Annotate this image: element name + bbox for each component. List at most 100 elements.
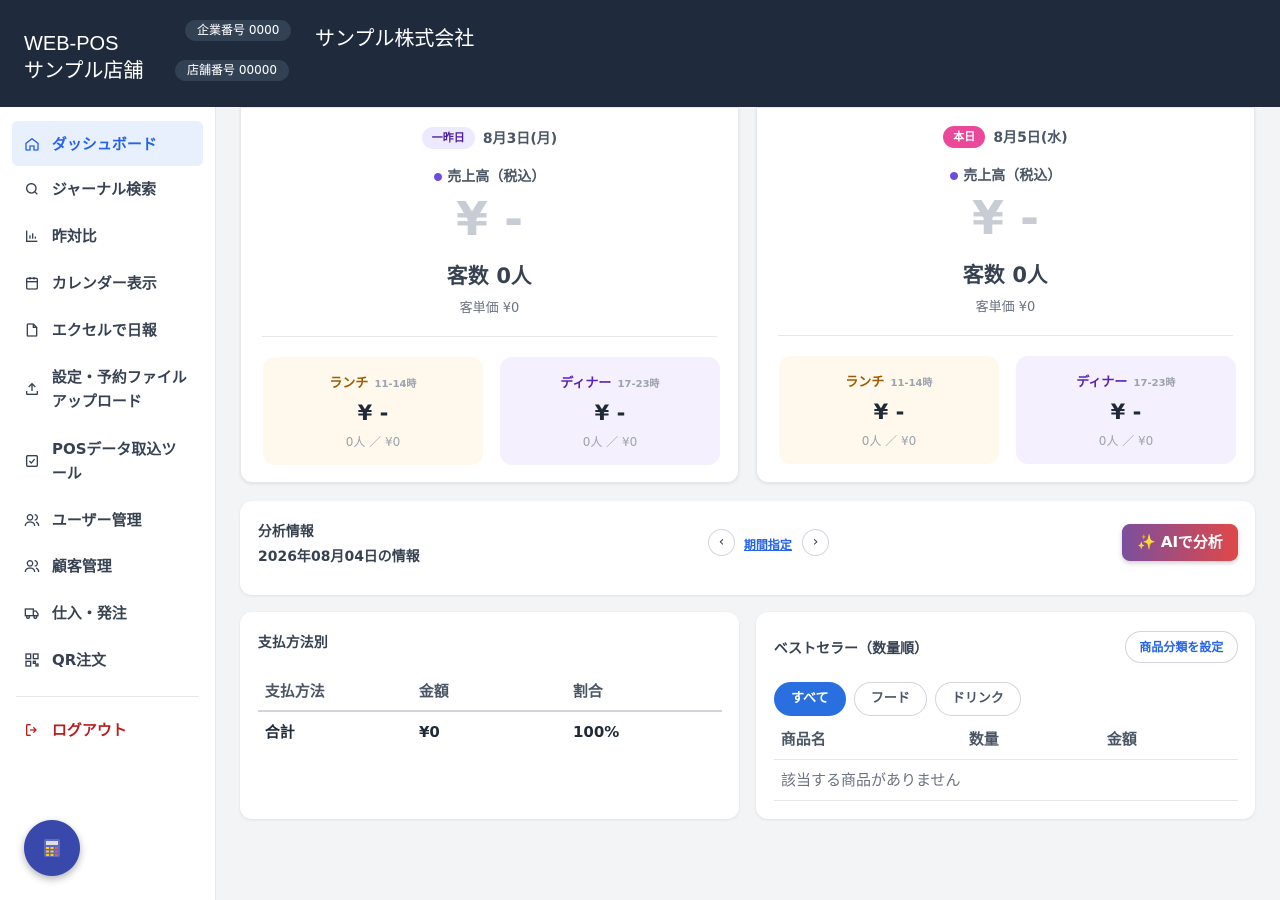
next-period-button[interactable]: › [802,529,829,556]
divider [778,335,1233,336]
filter-food[interactable]: フード [854,682,927,716]
lunch-value: ¥ - [357,401,389,425]
lunch-value: ¥ - [873,400,905,424]
brand[interactable]: WEB-POS サンプル店舗 [24,31,143,85]
dinner-box: ディナー 17-23時 ¥ - 0人 ／ ¥0 [500,357,720,465]
column-header: 割合 [566,671,722,712]
sidebar-item-calendar[interactable]: カレンダー表示 [12,271,203,295]
app-header: WEB-POS サンプル店舗 企業番号 0000 店舗番号 00000 サンプル… [0,0,1280,107]
table-cell: 100% [573,722,620,741]
lunch-title: ランチ [845,375,885,390]
sidebar-item-label: ダッシュボード [52,134,158,153]
customer-count: 客数 0人 [447,264,532,288]
sidebar-item-customer-management[interactable]: 顧客管理 [12,554,203,578]
sidebar-item-label: QR注文 [52,651,107,669]
calculator-fab-button[interactable] [24,820,80,876]
day-header: 一昨日 8月3日(月) [241,127,738,149]
unit-price: 客単価 ¥0 [459,301,520,316]
column-header: 金額 [412,671,566,712]
sidebar-item-label: POSデータ取込ツール [52,440,177,482]
sidebar-item-excel-report[interactable]: エクセルで日報 [12,318,203,342]
users-icon [24,514,40,527]
store-number-badge: 店舗番号 00000 [175,60,289,81]
company-name: サンプル株式会社 [315,28,475,50]
sidebar-item-dashboard[interactable]: ダッシュボード [12,121,203,166]
bestseller-title: ベストセラー（数量順） [774,641,929,657]
users-icon [24,560,40,573]
truck-icon [24,608,39,619]
company-number-badge: 企業番号 0000 [185,20,292,41]
category-settings-button[interactable]: 商品分類を設定 [1125,631,1238,663]
sidebar-item-journal-search[interactable]: ジャーナル検索 [12,177,203,201]
sidebar-item-qr-order[interactable]: QR注文 [12,648,203,672]
customer-count: 客数 0人 [963,263,1048,287]
ai-analysis-button[interactable]: ✨ AIで分析 [1122,524,1238,561]
sales-value: ¥ - [971,191,1040,245]
sidebar-divider [16,696,199,697]
dinner-title: ディナー [560,376,612,391]
analysis-title: 分析情報 [258,524,314,540]
calendar-icon [26,277,38,290]
sidebar-item-label: 設定・予約ファイルアップロード [52,368,188,410]
day-badge: 本日 [943,126,986,148]
dinner-value: ¥ - [594,401,626,425]
dot-icon [433,173,442,181]
dinner-box: ディナー 17-23時 ¥ - 0人 ／ ¥0 [1016,356,1236,464]
sidebar-item-label: ジャーナル検索 [52,180,157,198]
day-badge: 一昨日 [421,127,475,149]
sidebar-item-purchasing[interactable]: 仕入・発注 [12,601,203,625]
lunch-box: ランチ 11-14時 ¥ - 0人 ／ ¥0 [263,357,483,465]
lunch-box: ランチ 11-14時 ¥ - 0人 ／ ¥0 [779,356,999,464]
filter-drink[interactable]: ドリンク [935,682,1021,716]
table-header-row: 商品名 数量 金額 [774,719,1238,760]
sidebar-item-file-upload[interactable]: 設定・予約ファイルアップロード [12,365,203,413]
check-square-icon [26,455,38,467]
upload-icon [26,382,38,395]
table-header-row: 支払方法 金額 割合 [258,671,722,712]
home-icon [25,137,39,151]
column-header: 支払方法 [258,671,412,712]
dinner-hours: 17-23時 [617,379,660,390]
sidebar-item-pos-import[interactable]: POSデータ取込ツール [12,437,203,485]
qr-code-icon [25,653,39,667]
empty-message: 該当する商品がありません [774,759,1238,801]
dinner-title: ディナー [1076,375,1128,390]
day-card-prev: 一昨日 8月3日(月) 売上高（税込） ¥ - 客数 0人 客単価 ¥0 ランチ… [240,107,739,483]
sidebar-item-label: 顧客管理 [52,557,113,575]
sales-label: 売上高（税込） [241,166,738,186]
table-cell: ¥0 [419,722,440,741]
bestseller-card: ベストセラー（数量順） 商品分類を設定 すべて フード ドリンク 商品名 数量 … [756,612,1255,819]
prev-period-button[interactable]: ‹ [708,529,735,556]
brand-title: WEB-POS [24,33,119,55]
analysis-card: 分析情報 2026年08月04日の情報 ‹ 期間指定 › ✨ AIで分析 [240,501,1255,595]
filter-all[interactable]: すべて [774,682,846,716]
payment-table: 支払方法 金額 割合 合計 ¥0 100% [258,671,722,751]
dinner-sub: 0人 ／ ¥0 [582,435,638,449]
sidebar-item-label: カレンダー表示 [52,274,158,292]
logout-button[interactable]: ログアウト [12,718,203,742]
sidebar-item-label: 昨対比 [52,227,98,245]
day-header: 本日 8月5日(水) [757,126,1254,148]
lunch-hours: 11-14時 [374,379,417,390]
day-card-today: 本日 8月5日(水) 売上高（税込） ¥ - 客数 0人 客単価 ¥0 ランチ 1… [756,107,1255,483]
sidebar-item-label: ユーザー管理 [52,511,142,529]
column-header: 商品名 [774,719,962,760]
table-row: 合計 ¥0 100% [258,711,722,751]
logout-icon [26,724,37,736]
store-name: サンプル店舗 [24,60,144,82]
dot-icon [949,172,958,180]
column-header: 金額 [1100,719,1238,760]
sidebar: ダッシュボード ジャーナル検索 昨対比 カレンダー表示 エクセルで日報 設定・予… [0,107,216,900]
analysis-date: 2026年08月04日の情報 [258,549,420,565]
dinner-sub: 0人 ／ ¥0 [1098,434,1154,448]
day-date: 8月3日(月) [482,131,558,147]
logout-label: ログアウト [52,721,128,739]
file-icon [26,323,38,337]
lunch-hours: 11-14時 [890,378,933,389]
payment-title: 支払方法別 [258,635,328,651]
period-select-link[interactable]: 期間指定 [744,536,792,553]
sidebar-item-yoy[interactable]: 昨対比 [12,224,203,248]
sidebar-item-user-management[interactable]: ユーザー管理 [12,508,203,532]
lunch-sub: 0人 ／ ¥0 [861,434,917,448]
calculator-icon [44,839,60,857]
